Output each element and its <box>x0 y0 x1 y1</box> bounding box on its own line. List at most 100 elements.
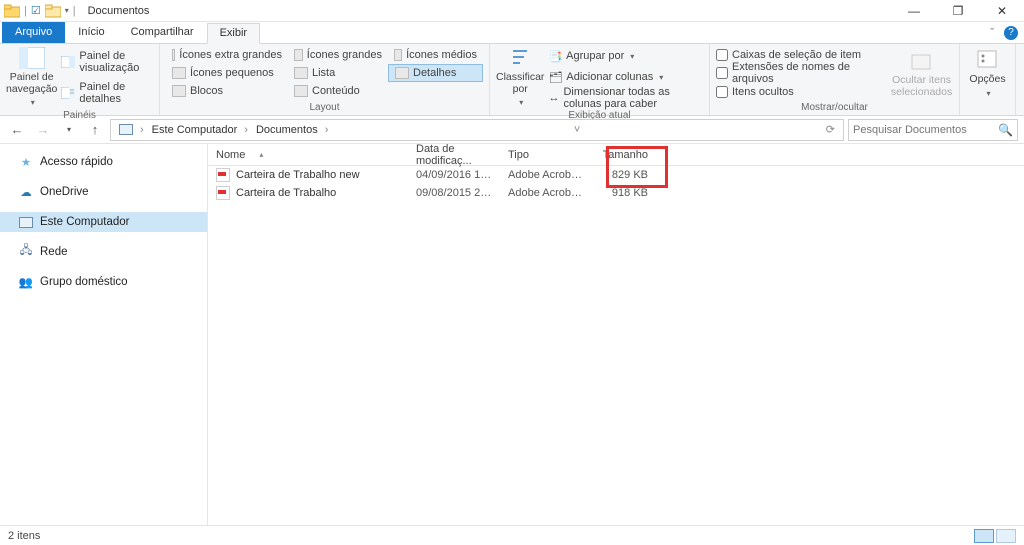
ribbon-tabs: Arquivo Início Compartilhar Exibir ˇ ? <box>0 22 1024 44</box>
chevron-down-icon <box>29 97 35 109</box>
qat-dropdown-icon[interactable]: ▾ <box>65 6 69 15</box>
tab-file[interactable]: Arquivo <box>2 22 65 43</box>
file-name-cell[interactable]: Carteira de Trabalho new <box>208 168 408 182</box>
refresh-icon[interactable]: ⟳ <box>822 123 839 136</box>
file-ext-toggle[interactable]: Extensões de nomes de arquivos <box>716 64 886 82</box>
close-button[interactable]: ✕ <box>980 0 1024 22</box>
layout-medium[interactable]: Ícones médios <box>388 46 483 64</box>
minimize-button[interactable]: — <box>892 0 936 22</box>
hide-selected-button[interactable]: Ocultar itens selecionados <box>890 46 953 101</box>
breadcrumb-root[interactable] <box>115 124 148 136</box>
group-by-icon: 📑 <box>548 50 562 63</box>
recent-dropdown[interactable]: ▾ <box>58 119 80 141</box>
preview-pane-button[interactable]: Painel de visualização <box>61 53 153 71</box>
pdf-icon <box>216 168 230 182</box>
breadcrumb-seg[interactable]: Documentos <box>252 124 332 136</box>
hide-icon <box>908 49 936 73</box>
preview-pane-icon <box>61 56 75 68</box>
forward-button[interactable]: → <box>32 119 54 141</box>
title-bar: | ☑ ▾ | Documentos — ❐ ✕ <box>0 0 1024 22</box>
layout-details[interactable]: Detalhes <box>388 64 483 82</box>
chevron-down-icon <box>517 97 523 109</box>
nav-pane-button[interactable]: Painel de navegação <box>6 46 57 109</box>
file-list: Nome▴ Data de modificaç... Tipo Tamanho … <box>208 144 1024 525</box>
options-icon <box>974 48 1002 72</box>
rows: Carteira de Trabalho new 04/09/2016 19:0… <box>208 166 1024 525</box>
ribbon-collapse-icon[interactable]: ˇ <box>990 27 994 39</box>
homegroup-icon: 👥 <box>18 275 34 289</box>
add-columns-icon: 🗂 <box>548 71 562 84</box>
view-mode-toggles <box>974 529 1016 543</box>
search-box[interactable]: 🔍 <box>848 119 1018 141</box>
group-layout-label: Layout <box>160 101 489 115</box>
view-details-toggle[interactable] <box>974 529 994 543</box>
qat-item[interactable] <box>45 4 61 18</box>
size-columns-button[interactable]: ↔Dimensionar todas as colunas para caber <box>548 89 703 107</box>
layout-large[interactable]: Ícones grandes <box>288 46 388 64</box>
qat-sep: | <box>73 5 76 17</box>
sort-icon <box>506 46 534 70</box>
hidden-items-toggle[interactable]: Itens ocultos <box>716 83 886 101</box>
col-name[interactable]: Nome▴ <box>208 149 408 161</box>
tab-home[interactable]: Início <box>65 22 117 43</box>
chevron-down-icon <box>628 50 634 62</box>
column-headers: Nome▴ Data de modificaç... Tipo Tamanho <box>208 144 1024 166</box>
col-size[interactable]: Tamanho <box>592 149 656 161</box>
tab-share[interactable]: Compartilhar <box>118 22 207 43</box>
tree-homegroup[interactable]: 👥Grupo doméstico <box>0 272 207 292</box>
chevron-down-icon <box>984 88 990 100</box>
window-controls: — ❐ ✕ <box>892 0 1024 22</box>
col-date[interactable]: Data de modificaç... <box>408 143 500 167</box>
layout-content[interactable]: Conteúdo <box>288 82 388 100</box>
group-panes: Painel de navegação Painel de visualizaç… <box>0 44 160 115</box>
details-pane-button[interactable]: Painel de detalhes <box>61 84 153 102</box>
file-size-cell: 918 KB <box>592 187 656 199</box>
file-date-cell: 04/09/2016 19:02 <box>408 169 500 181</box>
sort-by-button[interactable]: Classificar por <box>496 46 544 109</box>
ribbon: Painel de navegação Painel de visualizaç… <box>0 44 1024 116</box>
tab-view[interactable]: Exibir <box>207 23 261 44</box>
help-icon[interactable]: ? <box>1004 26 1018 40</box>
breadcrumb[interactable]: Este Computador Documentos ˅ ⟳ <box>110 119 844 141</box>
breadcrumb-seg[interactable]: Este Computador <box>148 124 252 136</box>
address-dropdown-icon[interactable]: ˅ <box>570 124 584 136</box>
file-type-cell: Adobe Acrobat D... <box>500 169 592 181</box>
details-pane-icon <box>61 87 75 99</box>
options-label: Opções <box>969 74 1005 86</box>
options-button[interactable]: Opções <box>966 46 1009 101</box>
view-thumbnails-toggle[interactable] <box>996 529 1016 543</box>
file-date-cell: 09/08/2015 22:51 <box>408 187 500 199</box>
hide-selected-label: Ocultar itens selecionados <box>891 75 952 98</box>
details-pane-label: Painel de detalhes <box>79 81 153 105</box>
maximize-button[interactable]: ❐ <box>936 0 980 22</box>
quick-access-toolbar: | ☑ ▾ | <box>0 4 80 18</box>
back-button[interactable]: ← <box>6 119 28 141</box>
up-button[interactable]: ↑ <box>84 119 106 141</box>
qat-sep: | <box>24 5 27 17</box>
size-columns-icon: ↔ <box>548 92 559 104</box>
group-by-button[interactable]: 📑Agrupar por <box>548 47 703 65</box>
col-type[interactable]: Tipo <box>500 149 592 161</box>
status-count: 2 itens <box>8 530 40 542</box>
tree-quick-access[interactable]: ★Acesso rápido <box>0 152 207 172</box>
file-size-cell: 829 KB <box>592 169 656 181</box>
layout-extra-large[interactable]: Ícones extra grandes <box>166 46 288 64</box>
layout-small[interactable]: Ícones pequenos <box>166 64 288 82</box>
pdf-icon <box>216 186 230 200</box>
qat-item[interactable]: ☑ <box>31 4 41 17</box>
main-area: ★Acesso rápido ☁OneDrive Este Computador… <box>0 144 1024 525</box>
tree-onedrive[interactable]: ☁OneDrive <box>0 182 207 202</box>
table-row[interactable]: Carteira de Trabalho new 04/09/2016 19:0… <box>208 166 1024 184</box>
search-icon[interactable]: 🔍 <box>998 123 1013 137</box>
table-row[interactable]: Carteira de Trabalho 09/08/2015 22:51 Ad… <box>208 184 1024 202</box>
tree-this-pc[interactable]: Este Computador <box>0 212 207 232</box>
layout-tiles[interactable]: Blocos <box>166 82 288 100</box>
layout-list[interactable]: Lista <box>288 64 388 82</box>
cloud-icon: ☁ <box>18 185 34 199</box>
app-folder-icon <box>4 4 20 18</box>
add-columns-button[interactable]: 🗂Adicionar colunas <box>548 68 703 86</box>
star-icon: ★ <box>18 155 34 169</box>
tree-network[interactable]: 🖧Rede <box>0 242 207 262</box>
file-name-cell[interactable]: Carteira de Trabalho <box>208 186 408 200</box>
search-input[interactable] <box>853 124 998 136</box>
